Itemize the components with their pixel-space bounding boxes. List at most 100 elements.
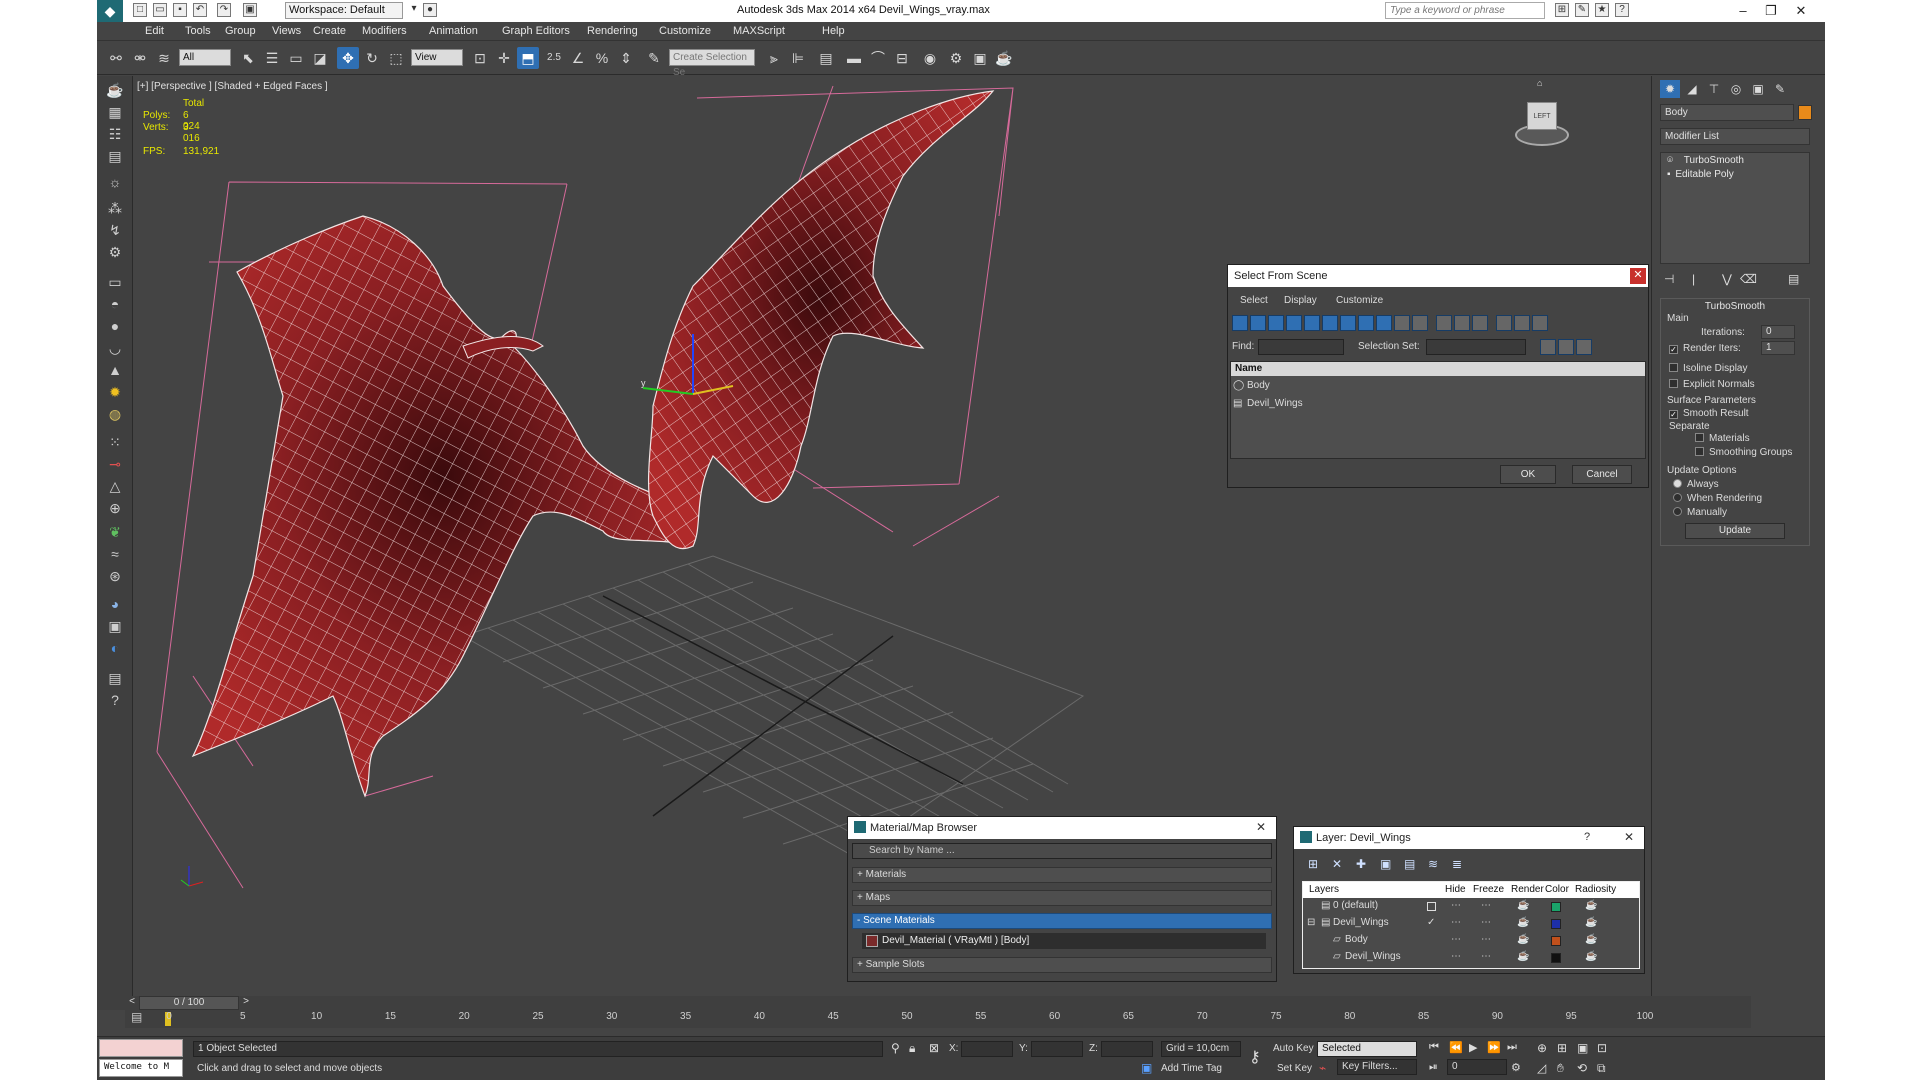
key-filters-button[interactable]: Key Filters... — [1337, 1059, 1417, 1075]
binoculars-icon[interactable]: ⊞ — [1555, 3, 1569, 17]
next-frame-arrow-icon[interactable]: > — [239, 996, 253, 1010]
undo-icon[interactable]: ↶ — [193, 3, 207, 17]
menu-edit[interactable]: Edit — [145, 25, 164, 37]
close-window-button[interactable]: ✕ — [1787, 2, 1815, 19]
radiosity-icon[interactable]: ☕ — [1585, 900, 1597, 911]
object-name[interactable]: Devil_Wings — [1345, 951, 1401, 962]
cone-icon[interactable]: ▲ — [105, 360, 125, 380]
render-production-icon[interactable]: ☕ — [993, 47, 1015, 69]
workspace-dropdown[interactable]: Workspace: Default — [285, 2, 403, 19]
utilities-tab-icon[interactable]: ✎ — [1770, 80, 1790, 98]
edit-set-icon[interactable] — [1558, 339, 1574, 355]
next-key-icon[interactable]: ⏩ — [1487, 1041, 1501, 1054]
render-iters-spinner[interactable]: 1 — [1761, 341, 1795, 355]
maxscript-listener-top[interactable] — [99, 1039, 183, 1057]
menu-tools[interactable]: Tools — [185, 25, 211, 37]
smoothing-groups-checkbox[interactable] — [1695, 447, 1704, 456]
prev-frame-arrow-icon[interactable]: < — [125, 996, 139, 1010]
time-slider[interactable]: < 0 / 100 > ▤ 0 5 10 15 20 25 30 35 40 45 50 55 60 65… — [125, 996, 1751, 1028]
helpers-filter-icon[interactable] — [1322, 315, 1338, 331]
minimize-button[interactable]: – — [1729, 2, 1757, 19]
box-icon[interactable]: ▭ — [105, 272, 125, 292]
freeze-all-icon[interactable]: ≣ — [1452, 857, 1462, 871]
play-icon[interactable]: ▶ — [1469, 1041, 1477, 1054]
plant-icon[interactable]: ❦ — [105, 522, 125, 542]
track-bar-icon[interactable]: ▤ — [131, 1010, 142, 1024]
render-setup-icon[interactable]: ⚙ — [945, 47, 967, 69]
sfs-menu-select[interactable]: Select — [1240, 295, 1268, 306]
table-row[interactable]: ▱ Devil_Wings ⋯ ⋯ ☕ ☕ — [1303, 951, 1639, 967]
current-layer-checkbox[interactable] — [1427, 902, 1436, 911]
schematic-view-icon[interactable]: ⊟ — [891, 47, 913, 69]
menu-customize[interactable]: Customize — [659, 25, 711, 37]
isolate-icon[interactable]: ⚲ — [891, 1041, 900, 1055]
render-toggle-icon[interactable]: ☕ — [1517, 917, 1529, 928]
modifier-list-dropdown[interactable]: Modifier List — [1660, 128, 1810, 145]
stack-item-turbosmooth[interactable]: ⌾ TurboSmooth — [1667, 155, 1744, 166]
col-color[interactable]: Color — [1545, 884, 1569, 895]
browser-title[interactable]: Material/Map Browser — [848, 817, 1276, 839]
highlight-layer-icon[interactable]: ▤ — [1404, 857, 1415, 871]
lock-icon[interactable]: 🔒︎ — [909, 1041, 915, 1056]
hint-icon[interactable]: ● — [423, 3, 437, 17]
update-always-row[interactable]: Always — [1673, 479, 1719, 490]
reference-coord-dropdown[interactable]: View — [411, 49, 463, 66]
menu-views[interactable]: Views — [272, 25, 301, 37]
list-item[interactable]: ◯ Body — [1231, 378, 1645, 394]
when-rendering-radio[interactable] — [1673, 493, 1682, 502]
motion-tab-icon[interactable]: ◎ — [1726, 80, 1746, 98]
update-button[interactable]: Update — [1685, 523, 1785, 539]
rotate-icon[interactable]: ↻ — [361, 47, 383, 69]
star-icon[interactable]: ★ — [1595, 3, 1609, 17]
hide-toggle[interactable]: ⋯ — [1451, 917, 1461, 928]
always-radio[interactable] — [1673, 479, 1682, 488]
show-end-result-icon[interactable]: | — [1692, 272, 1695, 286]
percent-snap-icon[interactable]: % — [591, 47, 613, 69]
layer-dialog-title[interactable]: Layer: Devil_Wings — [1294, 827, 1644, 849]
object-color-swatch[interactable] — [1798, 105, 1812, 120]
go-to-end-icon[interactable]: ⏭ — [1507, 1041, 1517, 1054]
gear-icon[interactable]: ⚙ — [105, 242, 125, 262]
hide-toggle[interactable]: ⋯ — [1451, 934, 1461, 945]
layer-color-swatch[interactable] — [1551, 953, 1561, 963]
layer-name[interactable]: Devil_Wings — [1333, 917, 1389, 928]
disc-icon[interactable]: ◍ — [105, 404, 125, 424]
pin-stack-icon[interactable]: ⊣ — [1664, 272, 1674, 286]
named-selection-set-input[interactable]: Create Selection Se — [669, 49, 755, 78]
pivot-icon[interactable]: ⊡ — [469, 47, 491, 69]
camera-icon[interactable]: ▣ — [105, 616, 125, 636]
particles-icon[interactable]: ⁙ — [105, 432, 125, 452]
water-icon[interactable]: ◕ — [105, 594, 125, 614]
menu-graph-editors[interactable]: Graph Editors — [502, 25, 570, 37]
cancel-button[interactable]: Cancel — [1572, 465, 1632, 484]
bowl-icon[interactable]: ◡ — [105, 338, 125, 358]
key-mode-dropdown[interactable]: Selected — [1317, 1041, 1417, 1057]
align-icon[interactable]: ⊫ — [787, 47, 809, 69]
col-freeze[interactable]: Freeze — [1473, 884, 1504, 895]
freeze-toggle[interactable]: ⋯ — [1481, 900, 1491, 911]
x-coordinate-field[interactable] — [961, 1041, 1013, 1057]
render-iters-row[interactable]: ✓ Render Iters: — [1669, 343, 1741, 354]
time-config-icon[interactable]: ⚙ — [1511, 1061, 1521, 1074]
selection-set-dropdown[interactable] — [1426, 339, 1526, 355]
angle-snap-icon[interactable]: ∠ — [567, 47, 589, 69]
section-maps[interactable]: + Maps — [852, 890, 1272, 906]
menu-modifiers[interactable]: Modifiers — [362, 25, 407, 37]
update-when-rendering-row[interactable]: When Rendering — [1673, 493, 1762, 504]
snaps-toggle-icon[interactable]: 2.5 — [543, 47, 565, 69]
close-layer-dialog-button[interactable]: ✕ — [1624, 830, 1634, 844]
rollout-title[interactable]: TurboSmooth — [1661, 301, 1809, 312]
menu-create[interactable]: Create — [313, 25, 346, 37]
track-bar[interactable]: ▤ 0 5 10 15 20 25 30 35 40 45 50 55 60 65 70 75 80 85 90 95… — [125, 1010, 1751, 1028]
viewcube[interactable]: LEFT ⌂ — [1511, 78, 1571, 150]
hide-toggle[interactable]: ⋯ — [1451, 900, 1461, 911]
freeze-toggle[interactable]: ⋯ — [1481, 917, 1491, 928]
layer-color-swatch[interactable] — [1551, 902, 1561, 912]
hook-icon[interactable]: ↯ — [105, 220, 125, 240]
configure-sets-icon[interactable]: ▤ — [1788, 272, 1799, 286]
list-icon[interactable]: ☷ — [105, 124, 125, 144]
zoom-all-icon[interactable]: ⊞ — [1557, 1041, 1567, 1055]
hair-icon[interactable]: ≈ — [105, 544, 125, 564]
stack-item-editable-poly[interactable]: ▪ Editable Poly — [1667, 169, 1734, 180]
key-icon[interactable]: ⚷ — [1249, 1047, 1261, 1067]
